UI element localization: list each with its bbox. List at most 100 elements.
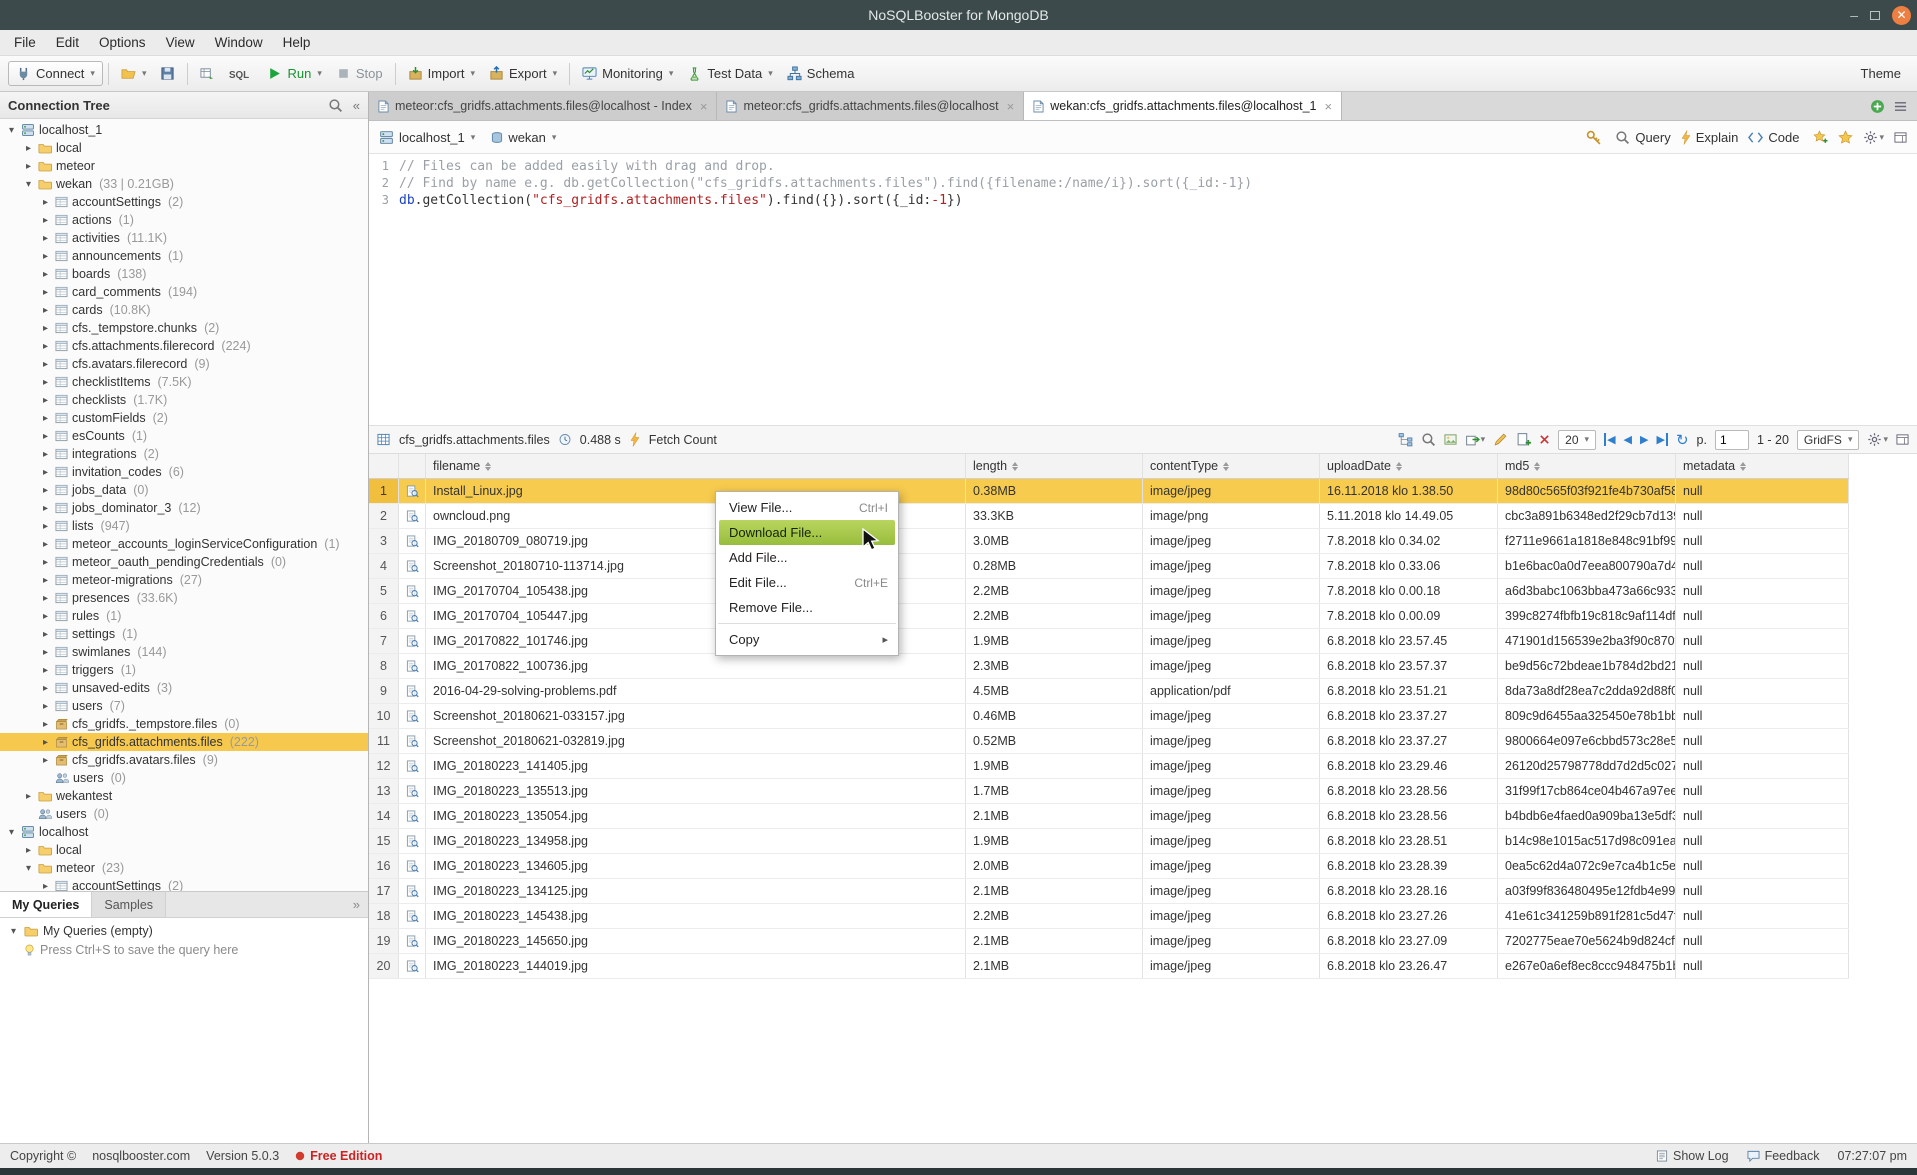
menu-file[interactable]: File	[4, 30, 46, 55]
view-document-icon[interactable]	[399, 554, 426, 578]
search-results-icon[interactable]	[1421, 432, 1436, 447]
queries-row[interactable]: ▾My Queries (empty)	[8, 924, 360, 938]
table-row[interactable]: 17IMG_20180223_134125.jpg2.1MBimage/jpeg…	[369, 879, 1849, 904]
view-document-icon[interactable]	[399, 529, 426, 553]
panel-layout-icon[interactable]	[1894, 130, 1907, 145]
tree-expand-icon[interactable]: ▸	[40, 665, 51, 676]
tree-expand-icon[interactable]: ▸	[40, 557, 51, 568]
edit-document-icon[interactable]	[1493, 432, 1508, 447]
show-log-button[interactable]: Show Log	[1656, 1149, 1729, 1163]
run-button[interactable]: Run▾	[260, 62, 328, 85]
table-row[interactable]: 3IMG_20180709_080719.jpg3.0MBimage/jpeg7…	[369, 529, 1849, 554]
tree-item-cfs-attachments-filerecord[interactable]: ▸cfs.attachments.filerecord(224)	[0, 337, 368, 355]
query-button[interactable]: Query	[1615, 130, 1670, 145]
table-row[interactable]: 20IMG_20180223_144019.jpg2.1MBimage/jpeg…	[369, 954, 1849, 979]
tree-item-invitation-codes[interactable]: ▸invitation_codes(6)	[0, 463, 368, 481]
view-document-icon[interactable]	[399, 679, 426, 703]
new-tab-icon[interactable]	[1870, 99, 1885, 114]
view-document-icon[interactable]	[399, 504, 426, 528]
sort-icon[interactable]	[1223, 462, 1229, 471]
tree-expand-icon[interactable]: ▸	[40, 701, 51, 712]
tab-my-queries[interactable]: My Queries	[0, 892, 92, 917]
tree-item-accountsettings[interactable]: ▸accountSettings(2)	[0, 193, 368, 211]
monitoring-button[interactable]: Monitoring▾	[575, 62, 680, 85]
tree-expand-icon[interactable]: ▸	[40, 341, 51, 352]
doc-tab-meteor-cfs-gridfs-attachments-files-loca[interactable]: meteor:cfs_gridfs.attachments.files@loca…	[717, 92, 1024, 120]
column-header-length[interactable]: length	[966, 454, 1143, 478]
minimize-button[interactable]: –	[1850, 8, 1858, 22]
view-document-icon[interactable]	[399, 779, 426, 803]
sort-icon[interactable]	[1740, 462, 1746, 471]
sql-button[interactable]: SQL	[222, 62, 260, 85]
tree-expand-icon[interactable]: ▸	[40, 881, 51, 892]
tree-expand-icon[interactable]: ▸	[40, 539, 51, 550]
table-row[interactable]: 6IMG_20170704_105447.jpg2.2MBimage/jpeg7…	[369, 604, 1849, 629]
tree-item-rules[interactable]: ▸rules(1)	[0, 607, 368, 625]
column-header-md5[interactable]: md5	[1498, 454, 1676, 478]
tree-expand-icon[interactable]: ▸	[40, 215, 51, 226]
tree-item-jobs-data[interactable]: ▸jobs_data(0)	[0, 481, 368, 499]
tree-expand-icon[interactable]: ▸	[40, 647, 51, 658]
table-row[interactable]: 7IMG_20170822_101746.jpg1.9MBimage/jpeg6…	[369, 629, 1849, 654]
tree-expand-icon[interactable]: ▸	[23, 791, 34, 802]
tree-item-localhost[interactable]: ▾localhost	[0, 823, 368, 841]
tab-list-icon[interactable]	[1894, 99, 1907, 114]
tree-expand-icon[interactable]: ▸	[40, 305, 51, 316]
table-row[interactable]: 2owncloud.png33.3KBimage/png5.11.2018 kl…	[369, 504, 1849, 529]
view-document-icon[interactable]	[399, 904, 426, 928]
tree-item-users[interactable]: users(0)	[0, 805, 368, 823]
menu-help[interactable]: Help	[273, 30, 321, 55]
open-recent-button[interactable]: ▾	[114, 62, 154, 85]
code-line[interactable]: 1// Files can be added easily with drag …	[369, 158, 1917, 175]
tree-expand-icon[interactable]: ▸	[23, 143, 34, 154]
code-editor[interactable]: 1// Files can be added easily with drag …	[369, 154, 1917, 426]
doc-tab-meteor-cfs-gridfs-attachments-files-loca[interactable]: meteor:cfs_gridfs.attachments.files@loca…	[369, 92, 717, 120]
view-document-icon[interactable]	[399, 579, 426, 603]
table-row[interactable]: 18IMG_20180223_145438.jpg2.2MBimage/jpeg…	[369, 904, 1849, 929]
test-data-button[interactable]: Test Data▾	[680, 62, 779, 85]
expand-tabs-icon[interactable]: »	[345, 892, 368, 917]
tree-expand-icon[interactable]: ▸	[40, 449, 51, 460]
tree-item-accountsettings[interactable]: ▸accountSettings(2)	[0, 877, 368, 891]
close-button[interactable]: ✕	[1892, 6, 1911, 25]
view-document-icon[interactable]	[399, 729, 426, 753]
tree-expand-icon[interactable]: ▸	[40, 359, 51, 370]
menu-edit[interactable]: Edit	[46, 30, 89, 55]
feedback-button[interactable]: Feedback	[1747, 1149, 1820, 1163]
previous-page-button[interactable]: ◀	[1624, 433, 1632, 446]
tree-expand-icon[interactable]: ▸	[40, 629, 51, 640]
sort-icon[interactable]	[1534, 462, 1540, 471]
view-document-icon[interactable]	[399, 704, 426, 728]
tree-expand-icon[interactable]: ▸	[40, 755, 51, 766]
table-row[interactable]: 8IMG_20170822_100736.jpg2.3MBimage/jpeg6…	[369, 654, 1849, 679]
tree-item-meteor[interactable]: ▸meteor	[0, 157, 368, 175]
view-document-icon[interactable]	[399, 929, 426, 953]
table-row[interactable]: 4Screenshot_20180710-113714.jpg0.28MBima…	[369, 554, 1849, 579]
tree-expand-icon[interactable]: ▸	[40, 395, 51, 406]
table-row[interactable]: 10Screenshot_20180621-033157.jpg0.46MBim…	[369, 704, 1849, 729]
column-header-metadata[interactable]: metadata	[1676, 454, 1849, 478]
view-document-icon[interactable]	[399, 654, 426, 678]
tree-item-users[interactable]: users(0)	[0, 769, 368, 787]
maximize-button[interactable]	[1870, 11, 1880, 20]
tree-item-card-comments[interactable]: ▸card_comments(194)	[0, 283, 368, 301]
view-document-icon[interactable]	[399, 604, 426, 628]
table-row[interactable]: 5IMG_20170704_105438.jpg2.2MBimage/jpeg7…	[369, 579, 1849, 604]
menu-item-edit-file[interactable]: Edit File...Ctrl+E	[716, 570, 898, 595]
tree-item-customfields[interactable]: ▸customFields(2)	[0, 409, 368, 427]
tree-expand-icon[interactable]: ▸	[40, 251, 51, 262]
tree-collapse-icon[interactable]: ▾	[23, 863, 34, 874]
tree-item-triggers[interactable]: ▸triggers(1)	[0, 661, 368, 679]
tree-item-activities[interactable]: ▸activities(11.1K)	[0, 229, 368, 247]
tree-expand-icon[interactable]: ▸	[40, 611, 51, 622]
code-line[interactable]: 3db.getCollection("cfs_gridfs.attachment…	[369, 192, 1917, 209]
auth-key-icon[interactable]	[1586, 130, 1601, 145]
tree-collapse-icon[interactable]: ▾	[8, 926, 19, 937]
tree-expand-icon[interactable]: ▸	[40, 377, 51, 388]
favorite-add-icon[interactable]	[1813, 130, 1828, 145]
tree-item-escounts[interactable]: ▸esCounts(1)	[0, 427, 368, 445]
tree-expand-icon[interactable]: ▸	[40, 575, 51, 586]
tab-close-icon[interactable]: ×	[700, 99, 708, 114]
export-results-icon[interactable]: ▾	[1465, 432, 1486, 447]
tree-item-boards[interactable]: ▸boards(138)	[0, 265, 368, 283]
